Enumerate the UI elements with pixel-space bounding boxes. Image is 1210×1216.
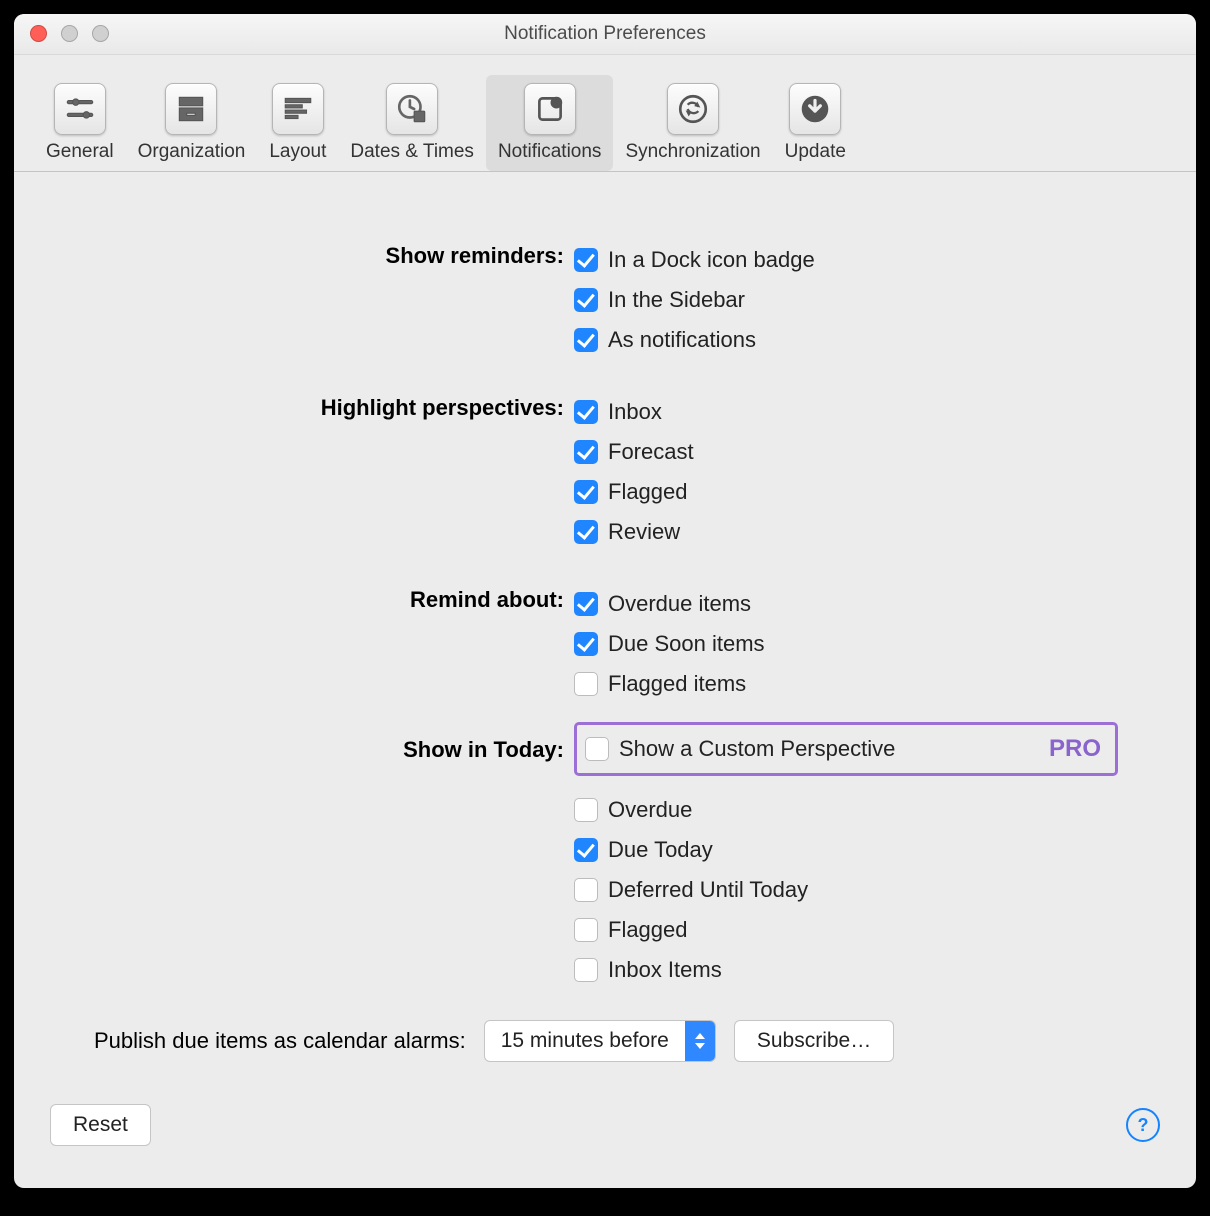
- tab-general[interactable]: General: [34, 75, 126, 171]
- checkbox-label: Review: [608, 519, 680, 545]
- checkbox-label: Overdue: [608, 797, 692, 823]
- checkbox-label: In a Dock icon badge: [608, 247, 815, 273]
- checkbox-label: Flagged items: [608, 671, 746, 697]
- tab-update[interactable]: Update: [773, 75, 858, 171]
- checkbox[interactable]: [574, 798, 598, 822]
- checkbox-label: As notifications: [608, 327, 756, 353]
- download-icon: [789, 83, 841, 135]
- checkbox-row: Due Today: [574, 830, 1156, 870]
- help-button[interactable]: ?: [1126, 1108, 1160, 1142]
- checkbox[interactable]: [574, 918, 598, 942]
- checkbox-row: In a Dock icon badge: [574, 240, 1156, 280]
- sync-icon: [667, 83, 719, 135]
- tab-layout[interactable]: Layout: [257, 75, 338, 171]
- checkbox-row: Forecast: [574, 432, 1156, 472]
- checkbox-show-custom-perspective[interactable]: [585, 737, 609, 761]
- notification-badge-icon: [524, 83, 576, 135]
- checkbox-row: Flagged: [574, 472, 1156, 512]
- checkbox-label: Due Soon items: [608, 631, 765, 657]
- subscribe-button[interactable]: Subscribe…: [734, 1020, 894, 1062]
- tab-notifications[interactable]: Notifications: [486, 75, 614, 171]
- pro-badge: PRO: [1049, 735, 1101, 763]
- reset-button[interactable]: Reset: [50, 1104, 151, 1146]
- checkbox[interactable]: [574, 440, 598, 464]
- checkbox-row: Overdue: [574, 790, 1156, 830]
- select-value: 15 minutes before: [485, 1029, 685, 1053]
- tab-organization[interactable]: Organization: [126, 75, 258, 171]
- sliders-icon: [54, 83, 106, 135]
- label-highlight-perspectives: Highlight perspectives:: [54, 392, 574, 424]
- tab-synchronization[interactable]: Synchronization: [613, 75, 772, 171]
- checkbox[interactable]: [574, 480, 598, 504]
- label-publish-alarms: Publish due items as calendar alarms:: [54, 1028, 466, 1054]
- preferences-window: Notification Preferences General Organiz…: [14, 14, 1196, 1188]
- label-remind-about: Remind about:: [54, 584, 574, 616]
- checkbox-label: Inbox Items: [608, 957, 722, 983]
- tab-label: Layout: [269, 141, 326, 163]
- checkbox-row: Inbox Items: [574, 950, 1156, 990]
- checkbox-row: Inbox: [574, 392, 1156, 432]
- checkbox[interactable]: [574, 328, 598, 352]
- tab-label: Notifications: [498, 141, 602, 163]
- checkbox-label: Flagged: [608, 917, 688, 943]
- tab-label: Update: [785, 141, 846, 163]
- checkbox-row: Flagged items: [574, 664, 1156, 704]
- checkbox-label: Flagged: [608, 479, 688, 505]
- checkbox-label: Deferred Until Today: [608, 877, 808, 903]
- checkbox-label: In the Sidebar: [608, 287, 745, 313]
- content: Show reminders: In a Dock icon badge In t…: [14, 172, 1196, 1082]
- checkbox-row: Overdue items: [574, 584, 1156, 624]
- tab-label: General: [46, 141, 114, 163]
- layout-icon: [272, 83, 324, 135]
- window-title: Notification Preferences: [14, 14, 1196, 54]
- checkbox[interactable]: [574, 672, 598, 696]
- checkbox[interactable]: [574, 288, 598, 312]
- tab-label: Dates & Times: [350, 141, 474, 163]
- checkbox[interactable]: [574, 632, 598, 656]
- clock-icon: [386, 83, 438, 135]
- label-show-in-today: Show in Today:: [54, 722, 574, 766]
- checkbox[interactable]: [574, 592, 598, 616]
- preferences-toolbar: General Organization Layout Dates & Time…: [14, 55, 1196, 172]
- checkbox-label: Forecast: [608, 439, 694, 465]
- tab-dates-times[interactable]: Dates & Times: [338, 75, 486, 171]
- pro-feature-box: Show a Custom Perspective PRO: [574, 722, 1118, 776]
- checkbox-row: Due Soon items: [574, 624, 1156, 664]
- checkbox-label: Overdue items: [608, 591, 751, 617]
- updown-icon: [685, 1021, 715, 1061]
- checkbox-label: Show a Custom Perspective: [619, 736, 895, 762]
- checkbox-label: Due Today: [608, 837, 713, 863]
- checkbox[interactable]: [574, 248, 598, 272]
- drawer-icon: [165, 83, 217, 135]
- checkbox-row: In the Sidebar: [574, 280, 1156, 320]
- checkbox-row: Deferred Until Today: [574, 870, 1156, 910]
- tab-label: Organization: [138, 141, 246, 163]
- checkbox[interactable]: [574, 878, 598, 902]
- checkbox[interactable]: [574, 838, 598, 862]
- tab-label: Synchronization: [625, 141, 760, 163]
- select-alarm-offset[interactable]: 15 minutes before: [484, 1020, 716, 1062]
- checkbox[interactable]: [574, 520, 598, 544]
- checkbox[interactable]: [574, 958, 598, 982]
- label-show-reminders: Show reminders:: [54, 240, 574, 272]
- checkbox-row: As notifications: [574, 320, 1156, 360]
- checkbox-row: Review: [574, 512, 1156, 552]
- checkbox[interactable]: [574, 400, 598, 424]
- checkbox-label: Inbox: [608, 399, 662, 425]
- checkbox-row: Flagged: [574, 910, 1156, 950]
- titlebar: Notification Preferences: [14, 14, 1196, 55]
